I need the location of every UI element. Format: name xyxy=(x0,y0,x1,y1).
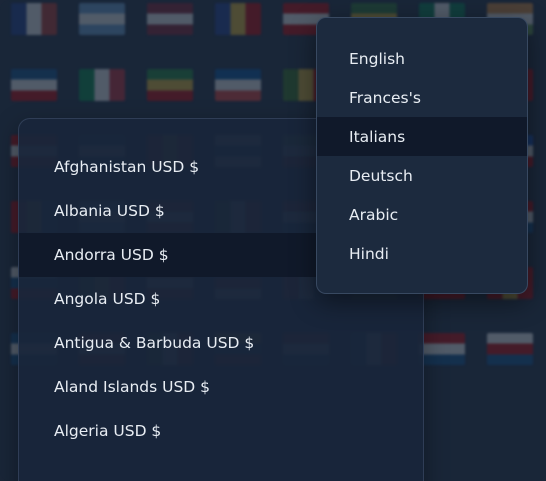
country-item[interactable]: Algeria USD $ xyxy=(19,409,423,453)
country-item-label: Antigua & Barbuda USD $ xyxy=(54,334,255,352)
language-item-label: Hindi xyxy=(349,244,389,263)
language-item[interactable]: Frances's xyxy=(317,78,527,117)
language-item-label: Italians xyxy=(349,127,406,146)
language-item[interactable]: Hindi xyxy=(317,234,527,273)
language-item-label: Arabic xyxy=(349,205,399,224)
language-dropdown: English Frances's Italians Deutsch Arabi… xyxy=(316,17,528,294)
language-item-label: Deutsch xyxy=(349,166,413,185)
language-item-label: English xyxy=(349,49,405,68)
country-item-label: Angola USD $ xyxy=(54,290,161,308)
country-item-label: Aland Islands USD $ xyxy=(54,378,211,396)
language-item-label: Frances's xyxy=(349,88,421,107)
country-item-label: Albania USD $ xyxy=(54,202,165,220)
language-item[interactable]: Arabic xyxy=(317,195,527,234)
country-item[interactable]: Antigua & Barbuda USD $ xyxy=(19,321,423,365)
country-item-label: Andorra USD $ xyxy=(54,246,169,264)
language-item[interactable]: English xyxy=(317,39,527,78)
language-item[interactable]: Deutsch xyxy=(317,156,527,195)
country-item-label: Afghanistan USD $ xyxy=(54,158,200,176)
country-item-label: Algeria USD $ xyxy=(54,422,162,440)
country-item[interactable]: Aland Islands USD $ xyxy=(19,365,423,409)
language-item[interactable]: Italians xyxy=(317,117,527,156)
